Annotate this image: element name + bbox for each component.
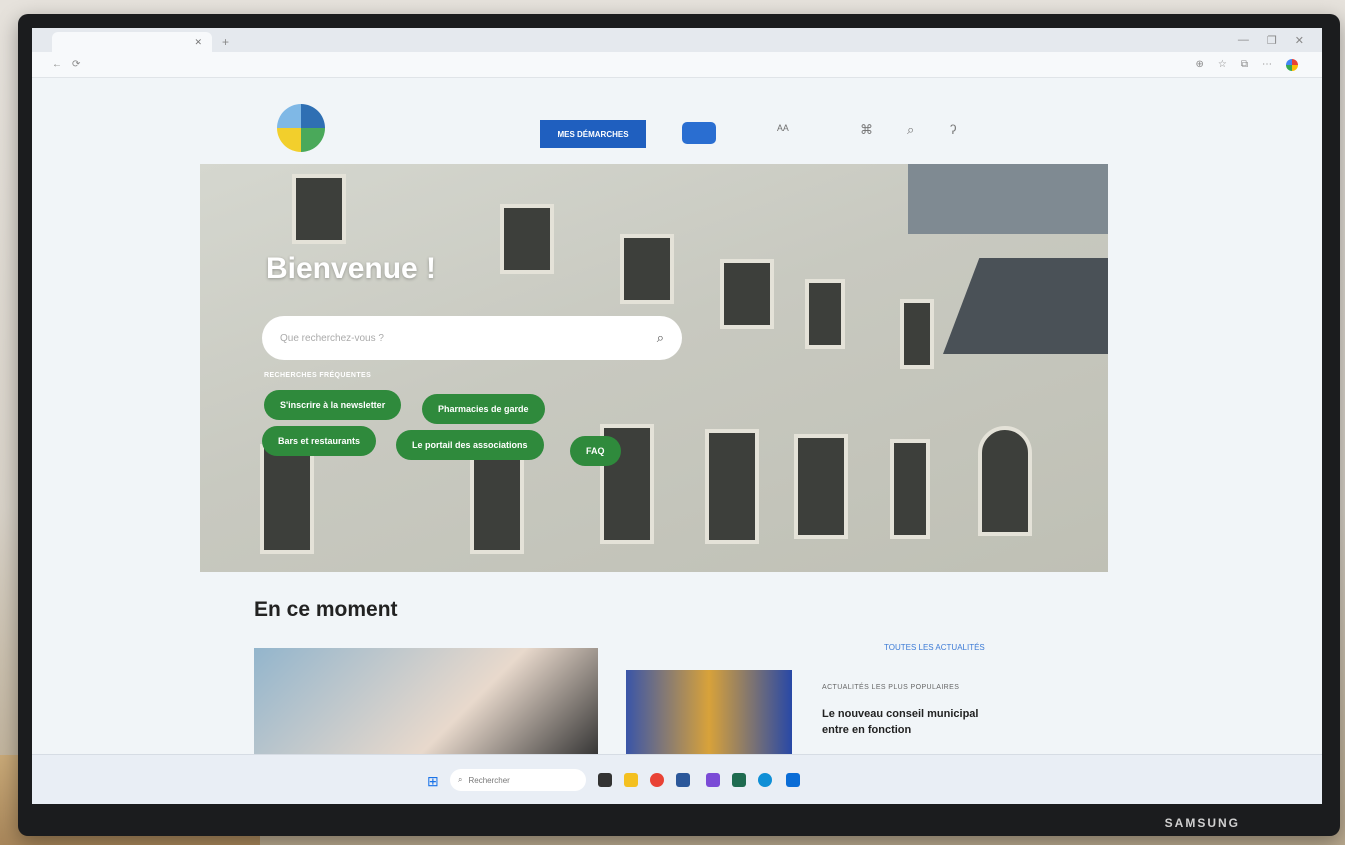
back-icon[interactable]: ← bbox=[52, 59, 62, 70]
start-icon[interactable]: ⊞ bbox=[427, 773, 439, 790]
news-card-image[interactable] bbox=[626, 670, 792, 754]
service-logo-button[interactable] bbox=[682, 122, 716, 144]
pill-newsletter[interactable]: S'inscrire à la newsletter bbox=[264, 390, 402, 420]
hero-search-input[interactable]: Que recherchez-vous ? ⌕ bbox=[262, 316, 682, 360]
section-title: En ce moment bbox=[254, 598, 398, 621]
building-window bbox=[620, 234, 674, 304]
pill-associations[interactable]: Le portail des associations bbox=[396, 430, 544, 460]
profile-button[interactable] bbox=[1286, 58, 1302, 71]
window-controls: — ❐ ✕ bbox=[1238, 34, 1322, 52]
building-window bbox=[805, 279, 845, 349]
search-placeholder: Que recherchez-vous ? bbox=[280, 332, 384, 344]
popular-news-item[interactable]: Le nouveau conseil municipal entre en fo… bbox=[822, 706, 992, 738]
search-icon[interactable]: ⌕ bbox=[907, 122, 914, 138]
close-window-button[interactable]: ✕ bbox=[1295, 34, 1304, 47]
building-window bbox=[978, 426, 1032, 536]
pill-bars[interactable]: Bars et restaurants bbox=[262, 426, 377, 456]
news-card-image[interactable] bbox=[254, 648, 598, 754]
monitor: ✕ + — ❐ ✕ ← ⟳ ⊕ ☆ ⧉ ⋯ MES DÉMARCHES ᴬᴬ ⌘… bbox=[18, 14, 1340, 836]
hero-title: Bienvenue ! bbox=[266, 252, 437, 285]
taskbar-search[interactable]: ⌕ Rechercher bbox=[450, 769, 586, 791]
building-window bbox=[292, 174, 346, 244]
search-icon: ⌕ bbox=[458, 775, 463, 784]
menu-icon[interactable]: ⋯ bbox=[1262, 59, 1272, 70]
browser-tab[interactable]: ✕ bbox=[52, 32, 212, 52]
monitor-brand: SAMSUNG bbox=[1164, 816, 1240, 830]
city-logo[interactable] bbox=[277, 104, 325, 152]
address-bar: ← ⟳ ⊕ ☆ ⧉ ⋯ bbox=[32, 52, 1322, 78]
building-window bbox=[260, 444, 314, 554]
mes-demarches-button[interactable]: MES DÉMARCHES bbox=[540, 120, 646, 148]
outlook-icon[interactable] bbox=[786, 773, 800, 787]
building-window bbox=[900, 299, 934, 369]
hero-sky bbox=[908, 164, 1108, 234]
browser-toolbar: ⊕ ☆ ⧉ ⋯ bbox=[1196, 58, 1303, 71]
building-window bbox=[500, 204, 554, 274]
site-header: MES DÉMARCHES ᴬᴬ ⌘ ⌕ ʔ bbox=[32, 78, 1322, 164]
building-window bbox=[794, 434, 848, 539]
tab-close-icon[interactable]: ✕ bbox=[194, 37, 202, 47]
new-tab-button[interactable]: + bbox=[222, 35, 229, 52]
ear-icon[interactable]: ʔ bbox=[950, 122, 957, 137]
word-icon[interactable] bbox=[676, 773, 690, 787]
building-window bbox=[720, 259, 774, 329]
pill-pharmacies[interactable]: Pharmacies de garde bbox=[422, 394, 545, 424]
chrome-icon[interactable] bbox=[650, 773, 664, 787]
maximize-button[interactable]: ❐ bbox=[1267, 34, 1277, 47]
search-icon[interactable]: ⌕ bbox=[657, 330, 664, 346]
extensions-icon[interactable]: ⧉ bbox=[1241, 59, 1248, 70]
edge-icon[interactable] bbox=[758, 773, 772, 787]
building-window bbox=[705, 429, 759, 544]
taskview-icon[interactable] bbox=[598, 773, 612, 787]
screen: ✕ + — ❐ ✕ ← ⟳ ⊕ ☆ ⧉ ⋯ MES DÉMARCHES ᴬᴬ ⌘… bbox=[32, 28, 1322, 804]
store-icon[interactable] bbox=[732, 773, 746, 787]
pill-faq[interactable]: FAQ bbox=[570, 436, 621, 466]
hero-banner: Bienvenue ! Que recherchez-vous ? ⌕ RECH… bbox=[200, 164, 1108, 572]
camera-icon[interactable]: ⌘ bbox=[860, 122, 873, 138]
app-icon[interactable] bbox=[706, 773, 720, 787]
frequent-searches-label: RECHERCHES FRÉQUENTES bbox=[264, 372, 372, 379]
browser-tabbar: ✕ + — ❐ ✕ bbox=[32, 28, 1322, 52]
see-all-news-link[interactable]: TOUTES LES ACTUALITÉS bbox=[884, 643, 985, 652]
minimize-button[interactable]: — bbox=[1238, 34, 1249, 47]
web-page: MES DÉMARCHES ᴬᴬ ⌘ ⌕ ʔ Bienvenue ! Que r… bbox=[32, 78, 1322, 754]
file-explorer-icon[interactable] bbox=[624, 773, 638, 787]
popular-news-label: ACTUALITÉS LES PLUS POPULAIRES bbox=[822, 684, 960, 691]
accessibility-icon[interactable]: ᴬᴬ bbox=[777, 122, 789, 137]
taskbar: ⊞ ⌕ Rechercher bbox=[32, 754, 1322, 804]
taskbar-search-placeholder: Rechercher bbox=[468, 775, 510, 785]
zoom-icon[interactable]: ⊕ bbox=[1196, 59, 1204, 70]
star-icon[interactable]: ☆ bbox=[1218, 59, 1227, 70]
hero-roof bbox=[943, 258, 1108, 354]
reload-icon[interactable]: ⟳ bbox=[72, 59, 80, 70]
profile-avatar bbox=[1286, 58, 1298, 71]
building-window bbox=[890, 439, 930, 539]
